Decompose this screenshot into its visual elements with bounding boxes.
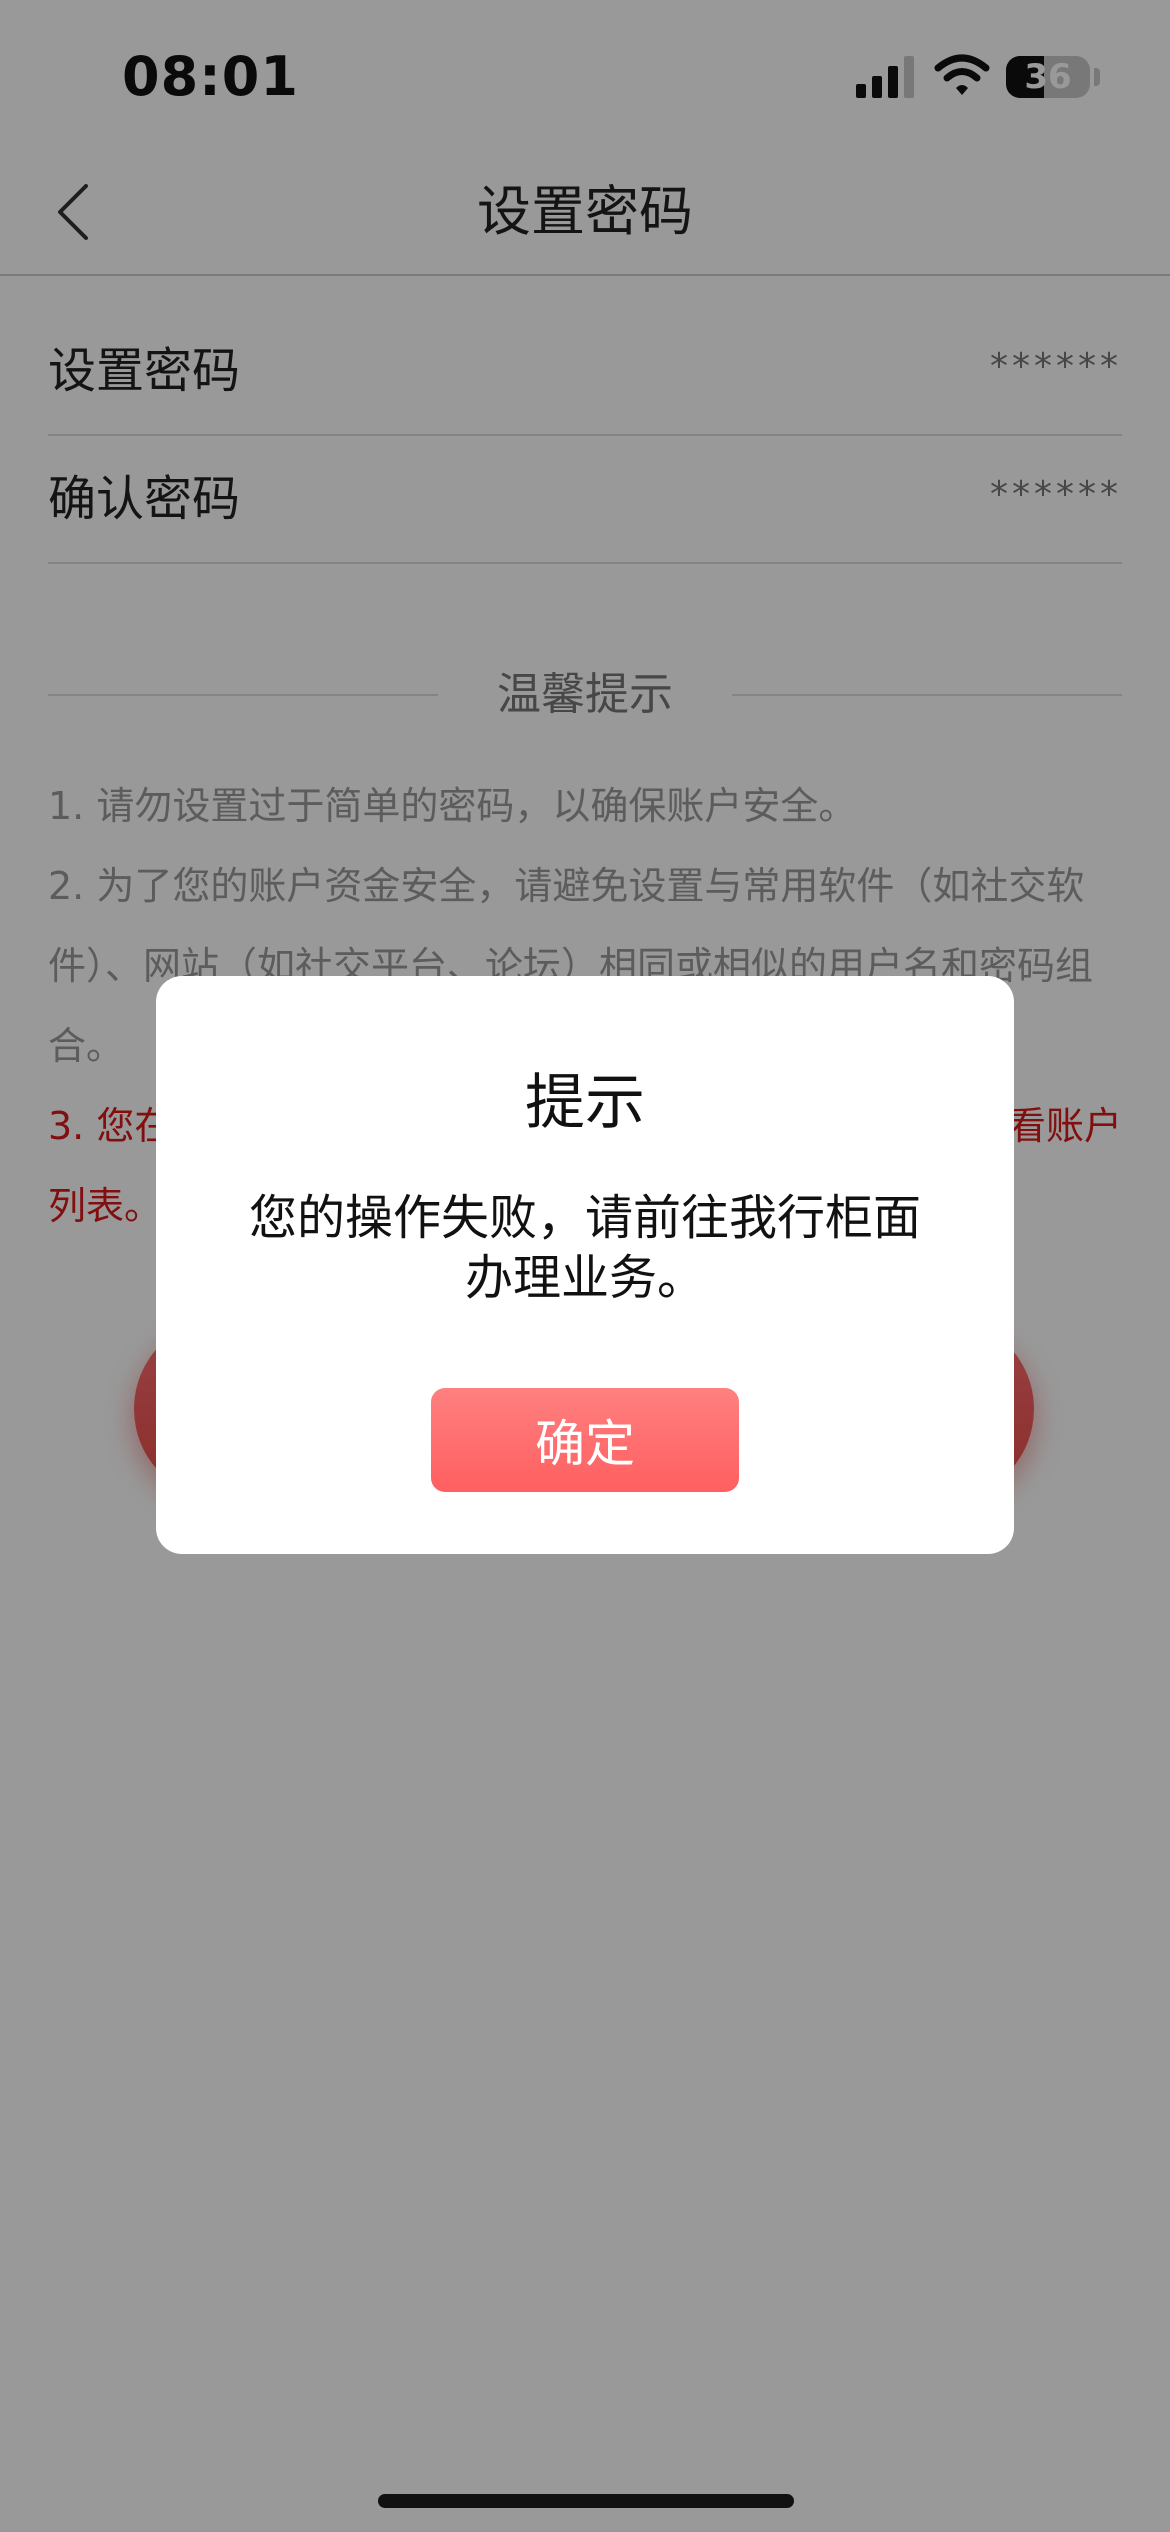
set-password-page: 08:01 36 设置密码 设置密码 ****** 确认密码 ****** 温馨… [0, 0, 1170, 2532]
alert-dialog: 提示 您的操作失败，请前往我行柜面办理业务。 确定 [156, 976, 1014, 1554]
confirm-button[interactable]: 确定 [431, 1388, 739, 1492]
home-indicator[interactable] [378, 2494, 794, 2508]
dialog-title: 提示 [525, 1068, 645, 1138]
dialog-message: 您的操作失败，请前往我行柜面办理业务。 [248, 1190, 921, 1306]
